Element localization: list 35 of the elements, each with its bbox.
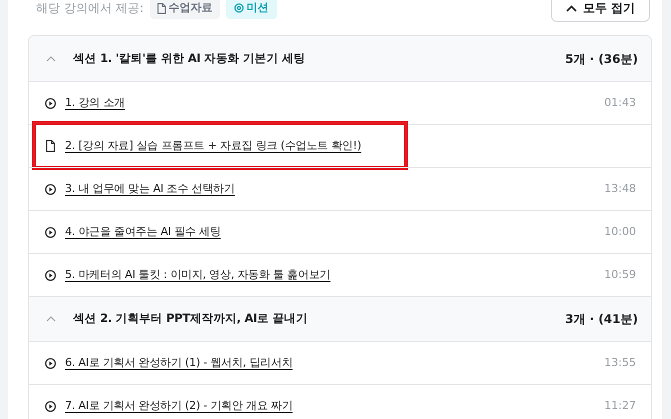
chevron-icon: [46, 316, 56, 322]
collapse-all-button[interactable]: 모두 접기: [550, 0, 650, 22]
chevron-icon: [46, 56, 56, 62]
play-icon: [45, 226, 56, 238]
document-icon: [46, 140, 55, 152]
lesson-link[interactable]: 1. 강의 소개: [65, 94, 125, 112]
lesson-duration: 10:59: [604, 266, 636, 283]
lesson-duration: 11:27: [604, 398, 636, 414]
lesson-duration: 01:43: [604, 94, 636, 111]
lesson-link[interactable]: 2. [강의 자료] 실습 프롬프트 + 자료집 링크 (수업노트 확인!): [65, 138, 362, 154]
section-title: 섹션 2. 기획부터 PPT제작까지, AI로 끝내기: [73, 310, 308, 328]
mission-badge: 미션: [226, 0, 277, 19]
lesson-duration: 13:55: [604, 354, 636, 371]
material-badge: 수업자료: [150, 0, 220, 19]
play-icon: [45, 98, 56, 108]
play-icon: [45, 400, 56, 412]
lesson-link[interactable]: 6. AI로 기획서 완성하기 (1) - 웹서치, 딥리서치: [65, 354, 293, 372]
provided-label: 해당 강의에서 제공:: [36, 0, 144, 17]
section-header[interactable]: 섹션 2. 기획부터 PPT제작까지, AI로 끝내기 3개 · (41분): [29, 296, 651, 341]
lesson-link[interactable]: 5. 마케터의 AI 툴킷 : 이미지, 영상, 자동화 툴 훑어보기: [65, 266, 330, 284]
play-icon: [45, 358, 56, 368]
lesson-duration: 10:00: [604, 224, 636, 240]
chevron-up-icon: [566, 4, 577, 12]
lesson-link[interactable]: 7. AI로 기획서 완성하기 (2) - 기획안 개요 짜기: [65, 398, 293, 414]
section-header[interactable]: 섹션 1. '칼퇴'를 위한 AI 자동화 기본기 세팅 5개 · (36분): [29, 36, 651, 81]
target-icon: [234, 3, 244, 13]
lesson-link[interactable]: 3. 내 업무에 맞는 AI 조수 선택하기: [65, 180, 235, 198]
lesson-duration: 13:48: [604, 180, 636, 197]
play-icon: [45, 184, 56, 194]
section-title: 섹션 1. '칼퇴'를 위한 AI 자동화 기본기 세팅: [73, 50, 306, 67]
section-summary: 5개 · (36분): [565, 50, 638, 68]
document-icon: [156, 2, 166, 14]
play-icon: [45, 270, 56, 280]
lesson-link[interactable]: 4. 야근을 줄여주는 AI 필수 세팅: [65, 224, 221, 240]
section-summary: 3개 · (41분): [565, 311, 638, 328]
